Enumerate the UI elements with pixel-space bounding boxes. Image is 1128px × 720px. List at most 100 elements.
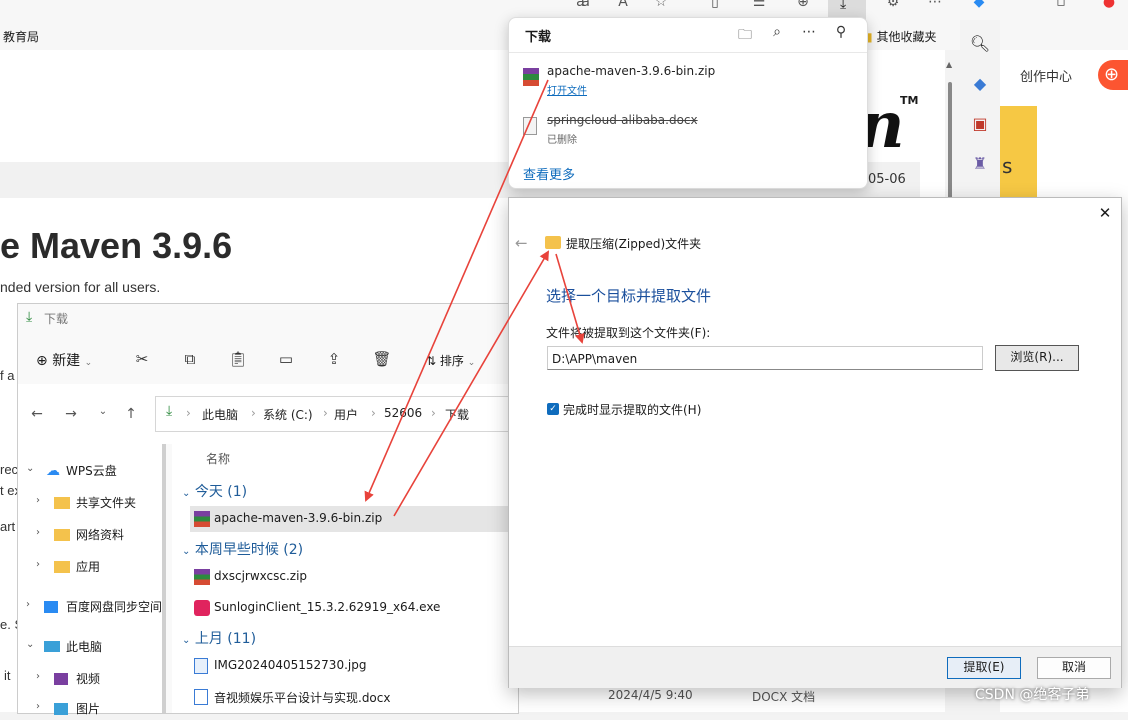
favorite-star-icon[interactable]: ☆ bbox=[650, 0, 672, 12]
open-file-link[interactable]: 打开文件 bbox=[547, 82, 587, 97]
favorite-item[interactable]: 教育局 bbox=[3, 28, 39, 45]
delete-icon[interactable]: 🗑︎ bbox=[370, 350, 394, 370]
group-label: 今天 (1) bbox=[194, 484, 248, 500]
back-icon[interactable]: ← bbox=[28, 406, 46, 422]
paste-icon[interactable]: 📋︎ bbox=[226, 350, 250, 370]
pin-icon[interactable]: ⚲ bbox=[831, 24, 851, 44]
close-icon[interactable]: ✕ bbox=[1097, 204, 1113, 222]
cut-icon[interactable]: ✂ bbox=[130, 350, 154, 370]
destination-input[interactable]: D:\APP\maven bbox=[547, 346, 983, 370]
group-header[interactable]: ⌄ 今天 (1) bbox=[182, 481, 247, 501]
sort-button[interactable]: ⇅ 排序 ⌄ bbox=[426, 352, 475, 369]
date-fragment: 05-06 bbox=[868, 172, 906, 187]
download-item[interactable]: springcloud-alibaba.docx 已删除 bbox=[523, 113, 843, 153]
address-bar[interactable]: ⤓ › 此电脑 › 系统 (C:) › 用户 › 52606 › 下载 bbox=[155, 396, 520, 432]
cloud-icon: ☁ bbox=[46, 463, 60, 479]
address-area: ← → ⌄ ↑ ⤓ › 此电脑 › 系统 (C:) › 用户 › 52606 ›… bbox=[18, 384, 520, 444]
edge-text: f a bbox=[0, 368, 15, 383]
file-row[interactable]: IMG20240405152730.jpg bbox=[190, 653, 518, 679]
chevron-right-icon: › bbox=[36, 559, 40, 570]
breadcrumb[interactable]: 用户 bbox=[334, 406, 358, 423]
dialog-title: 提取压缩(Zipped)文件夹 bbox=[566, 237, 702, 251]
chevron-down-icon: ⌄ bbox=[182, 488, 191, 499]
download-item[interactable]: apache-maven-3.9.6-bin.zip 打开文件 bbox=[523, 64, 843, 104]
ad-banner[interactable]: s bbox=[1000, 106, 1037, 206]
show-files-label[interactable]: 完成时显示提取的文件(H) bbox=[563, 401, 701, 418]
window-title: 下载 bbox=[44, 312, 69, 326]
file-row[interactable]: apache-maven-3.9.6-bin.zip bbox=[190, 506, 518, 532]
more-icon[interactable]: ⋯ bbox=[924, 0, 946, 12]
chevron-right-icon: › bbox=[26, 599, 30, 610]
deleted-status: 已删除 bbox=[547, 135, 577, 146]
navigation-pane: ⌄ ☁ WPS云盘 › 共享文件夹 › 网络资料 › 应用 › 百度网盘同步空间 ⌄ 此电脑 … bbox=[18, 444, 166, 716]
collections-icon[interactable]: ⊕ bbox=[792, 0, 814, 12]
image-file-icon bbox=[194, 658, 208, 674]
folder-icon bbox=[54, 561, 70, 573]
breadcrumb[interactable]: 下载 bbox=[445, 406, 469, 423]
doc-file-icon bbox=[523, 117, 537, 135]
extract-dialog: ✕ ← 提取压缩(Zipped)文件夹 选择一个目标并提取文件 文件将被提取到这… bbox=[508, 197, 1122, 688]
picture-icon bbox=[54, 703, 68, 715]
games-icon[interactable]: ♜ bbox=[968, 152, 992, 176]
text-size-icon[interactable]: A bbox=[612, 0, 634, 12]
folder-icon bbox=[54, 529, 70, 541]
tag-icon[interactable]: ◆ bbox=[968, 72, 992, 96]
copy-icon[interactable]: ⧉ bbox=[178, 350, 202, 370]
search-icon[interactable]: ⌕ bbox=[767, 24, 787, 44]
column-header-name[interactable]: 名称 bbox=[206, 450, 230, 467]
chevron-down-icon: ⌄ bbox=[26, 639, 35, 650]
more-icon[interactable]: ⋯ bbox=[799, 24, 819, 44]
search-icon[interactable]: 🔍︎ bbox=[968, 32, 992, 56]
file-row[interactable]: dxscjrwxcsc.zip bbox=[190, 564, 518, 590]
group-header[interactable]: ⌄ 本周早些时候 (2) bbox=[182, 539, 303, 559]
read-aloud-icon[interactable]: ꜳ bbox=[572, 0, 594, 12]
nav-label: 共享文件夹 bbox=[76, 496, 137, 510]
nav-scrollbar[interactable] bbox=[162, 444, 166, 713]
rename-icon[interactable]: ▭ bbox=[274, 350, 298, 370]
folder-icon bbox=[54, 497, 70, 509]
show-files-checkbox[interactable]: ✓ bbox=[547, 403, 559, 415]
zip-file-icon bbox=[194, 569, 210, 585]
cancel-button[interactable]: 取消 bbox=[1037, 657, 1111, 679]
back-icon[interactable]: ← bbox=[515, 234, 528, 252]
new-button[interactable]: ⊕ 新建 ⌄ bbox=[36, 350, 92, 370]
logo-tm: TM bbox=[900, 94, 919, 107]
toolbox-icon[interactable]: ▣ bbox=[968, 112, 992, 136]
breadcrumb[interactable]: 系统 (C:) bbox=[263, 406, 313, 423]
other-favorites[interactable]: ▮ 其他收藏夹 bbox=[866, 28, 936, 45]
split-screen-icon[interactable]: ▯ bbox=[704, 0, 726, 12]
nav-label: WPS云盘 bbox=[66, 464, 117, 478]
breadcrumb[interactable]: 此电脑 bbox=[202, 406, 238, 423]
extract-button[interactable]: 提取(E) bbox=[947, 657, 1021, 679]
extensions-icon[interactable]: ⚙ bbox=[882, 0, 904, 12]
downloads-title: 下载 bbox=[525, 30, 552, 45]
scroll-up-icon[interactable]: ▲ bbox=[946, 60, 952, 69]
breadcrumb[interactable]: 52606 bbox=[384, 406, 422, 420]
nav-label: 图片 bbox=[76, 702, 101, 716]
file-row[interactable]: 音视频娱乐平台设计与实现.docx bbox=[190, 684, 518, 710]
scroll-thumb[interactable] bbox=[948, 82, 952, 202]
plus-icon: ⊕ bbox=[1104, 64, 1120, 85]
file-row[interactable]: SunloginClient_15.3.2.62919_x64.exe bbox=[190, 595, 518, 621]
page-subtitle: nded version for all users. bbox=[0, 279, 161, 295]
page-title: e Maven 3.9.6 bbox=[0, 225, 233, 266]
file-type: DOCX 文档 bbox=[752, 690, 816, 704]
open-folder-icon[interactable]: 🗀 bbox=[735, 24, 755, 44]
publish-button[interactable]: ⊕ bbox=[1098, 60, 1128, 90]
up-icon[interactable]: ↑ bbox=[122, 406, 140, 422]
window-icon[interactable]: ▫ bbox=[1050, 0, 1072, 12]
sort-label: 排序 bbox=[439, 354, 464, 368]
download-file-name: apache-maven-3.9.6-bin.zip bbox=[547, 64, 716, 78]
copilot-icon[interactable]: ◆ bbox=[968, 0, 990, 12]
avatar[interactable]: ● bbox=[1098, 0, 1120, 12]
recent-chevron-icon[interactable]: ⌄ bbox=[94, 406, 112, 417]
see-more-link[interactable]: 查看更多 bbox=[523, 164, 575, 183]
chevron-right-icon: › bbox=[186, 406, 191, 420]
favorites-list-icon[interactable]: ☰ bbox=[748, 0, 770, 12]
share-icon[interactable]: ⇪ bbox=[322, 350, 346, 370]
group-header[interactable]: ⌄ 上月 (11) bbox=[182, 628, 256, 648]
create-center-link[interactable]: 创作中心 bbox=[1020, 66, 1072, 85]
forward-icon[interactable]: → bbox=[62, 406, 80, 422]
browse-button[interactable]: 浏览(R)... bbox=[995, 345, 1079, 371]
plus-icon: ⊕ bbox=[36, 353, 48, 369]
